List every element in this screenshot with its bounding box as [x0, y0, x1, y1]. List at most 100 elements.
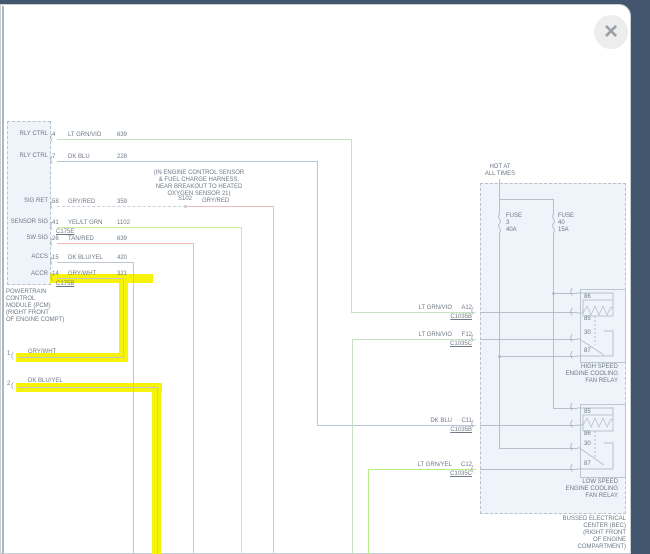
wire-dk-blu-yel-pin2	[157, 387, 158, 554]
wire-dk-blu-yel	[57, 262, 133, 263]
fuse-rating: 15A	[558, 227, 569, 234]
connector-icon: (	[50, 238, 53, 246]
pin-number: 14	[52, 271, 59, 278]
wire-color-label: YEL/LT GRN	[68, 220, 102, 227]
wire-gry-wht	[123, 278, 124, 357]
wire-gry-red	[273, 206, 274, 554]
wire-gry-wht	[57, 278, 123, 279]
bec-power-feed	[499, 179, 500, 215]
relay-pin: 85	[584, 409, 591, 416]
connector-label: C1035C	[422, 341, 472, 348]
relay-caption: LOW SPEED ENGINE COOLING FAN RELAY	[545, 479, 618, 500]
connector-icon: (	[570, 308, 573, 316]
wire-lt-grn-yel-c12	[368, 469, 476, 470]
pcm-caption: (RIGHT FRONT	[6, 310, 49, 317]
connector-icon: (	[570, 351, 573, 359]
fuse-title: FUSE	[506, 213, 522, 220]
wire-color-label: DK BLU/YEL	[28, 378, 63, 385]
splice-dot	[184, 205, 187, 208]
connector-icon: (	[50, 201, 53, 209]
fuse-number: 40	[558, 220, 565, 227]
wire-lt-grn-vio-a12	[351, 312, 476, 313]
relay-pin: 86	[584, 431, 591, 438]
wire-yel-lt-grn	[241, 227, 242, 554]
pcm-caption: CONTROL	[6, 296, 35, 303]
wire-dk-blu-yel	[133, 262, 134, 554]
fuse-rating: 40A	[506, 227, 517, 234]
circuit-number: 359	[117, 199, 127, 206]
pin-number: 15	[52, 255, 59, 262]
relay-pin: 87	[584, 461, 591, 468]
bec-feed-fuse40	[553, 199, 554, 215]
connector-icon: (	[50, 257, 53, 265]
connector-label: C1035C	[422, 471, 472, 478]
bec-a12-internal	[480, 312, 577, 313]
relay-caption: HIGH SPEED ENGINE COOLING FAN RELAY	[545, 364, 618, 385]
fuse-40-icon	[549, 214, 558, 233]
fuse3-to-ls30	[499, 448, 577, 449]
connector-label: C1035B	[422, 314, 472, 321]
harness-note: (IN ENGINE CONTROL SENSOR & FUEL CHARGE …	[138, 170, 260, 198]
relay-pin: 85	[584, 316, 591, 323]
junction-dot	[552, 292, 555, 295]
relay-pin: 30	[584, 330, 591, 337]
circuit-number: 639	[117, 236, 127, 243]
connector-icon: (	[471, 465, 474, 473]
wire-lt-grn-vio	[57, 139, 351, 140]
connector-icon: (	[50, 156, 53, 164]
circuit-number: 420	[117, 255, 127, 262]
connector-icon: (	[50, 134, 53, 142]
wire-color-label: LT GRN/VIO	[68, 132, 101, 139]
fuse-3-icon	[495, 214, 504, 233]
pcm-caption: MODULE (PCM)	[6, 303, 51, 310]
pin-number: 26	[52, 236, 59, 243]
pin-number: 41	[52, 220, 59, 227]
connector-icon: (	[570, 288, 573, 296]
pcm-caption: OF ENGINE COMPT)	[6, 317, 64, 324]
wire-color-label: LT GRN/YEL	[388, 462, 452, 469]
pin-number: 58	[52, 199, 59, 206]
power-source-label: HOT AT ALL TIMES	[478, 164, 522, 178]
wire-tan-red	[193, 243, 194, 554]
connector-icon: (	[570, 443, 573, 451]
connector-label: C175E	[56, 229, 74, 236]
connector-icon: (	[471, 307, 474, 315]
wire-lt-grn-vio	[351, 139, 352, 312]
wire-color-label: LT GRN/VIO	[388, 332, 452, 339]
circuit-number: 321	[117, 271, 127, 278]
diagram-canvas[interactable]: RLY CTRL RLY CTRL SIG RET SENSOR SIG SW …	[0, 0, 631, 554]
bec-f12-internal	[480, 339, 577, 340]
connector-label: C1035B	[422, 427, 472, 434]
circuit-number: 639	[117, 132, 127, 139]
splice-label: S102	[174, 196, 196, 203]
close-button[interactable]: ×	[594, 15, 628, 49]
wire-color-label: GRY/WHT	[28, 349, 56, 356]
connector-icon: (	[50, 273, 53, 281]
pin-number: C12	[454, 462, 472, 469]
fuse3-to-hs87	[499, 356, 577, 357]
fuse-number: 3	[506, 220, 509, 227]
pin-number: 1	[7, 351, 10, 358]
connector-icon: (	[570, 464, 573, 472]
bec-c12-internal	[480, 469, 577, 470]
pcm-pin-function: RLY CTRL	[6, 131, 48, 138]
pcm-pin-function: ACCR	[6, 271, 48, 278]
fuse3-output	[499, 232, 500, 448]
connector-icon: (	[11, 382, 14, 390]
wire-dk-blu-yel-pin2	[18, 387, 157, 388]
wire-gry-red-dashed	[57, 206, 186, 207]
wire-color-label: DK BLU/YEL	[68, 255, 103, 262]
wire-color-label: GRY/RED	[202, 198, 229, 205]
pin-number: C11	[454, 418, 472, 425]
wire-tan-red	[57, 243, 193, 244]
pcm-caption: POWERTRAIN	[6, 289, 47, 296]
connector-label: C175B	[56, 281, 74, 288]
pin-number: F12	[454, 332, 472, 339]
wire-color-label: DK BLU	[388, 418, 452, 425]
connector-icon: (	[570, 403, 573, 411]
connector-icon: (	[471, 420, 474, 428]
relay-pin: 30	[584, 441, 591, 448]
wire-color-label: GRY/RED	[68, 199, 95, 206]
connector-icon: (	[471, 334, 474, 342]
pcm-pin-function: RLY CTRL	[6, 153, 48, 160]
